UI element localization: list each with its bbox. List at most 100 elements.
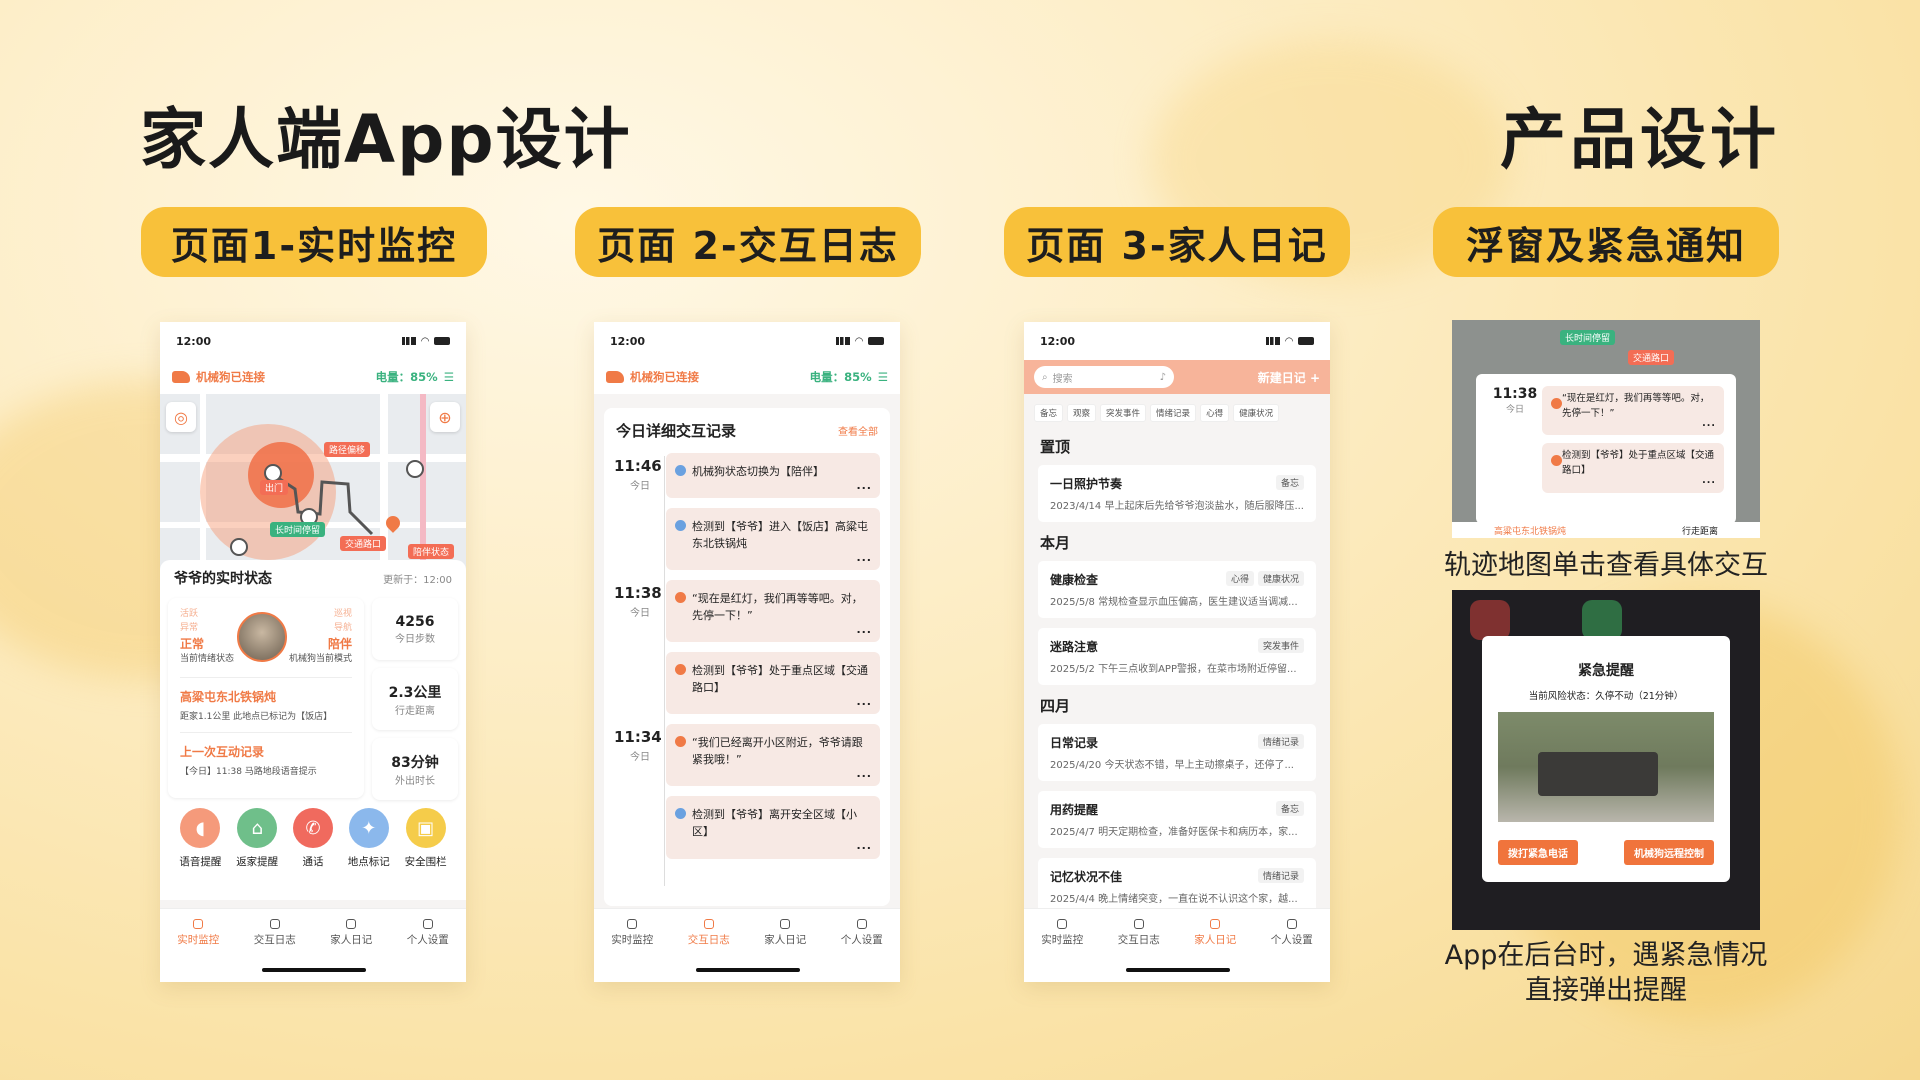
diary-card[interactable]: 备忘 一日照护节奏 2023/4/14 早上起床后先给爷爷泡淡盐水，随后服降压...	[1038, 465, 1316, 522]
diary-card[interactable]: 健康状况 心得 健康检查 2025/5/8 常规检查显示血压偏高，医生建议适当调减..…	[1038, 561, 1316, 618]
locate-me-icon[interactable]: ⊕	[430, 402, 460, 432]
tab-diary[interactable]: 家人日记	[330, 919, 372, 947]
popup-time: 11:38	[1492, 386, 1538, 402]
diary-meta: 2025/4/20 今天状态不错，早上主动擦桌子，还停了...	[1050, 760, 1294, 771]
return-home-button[interactable]: ⌂ 返家提醒	[236, 808, 278, 869]
call-button[interactable]: ✆ 通话	[292, 808, 333, 869]
popup-card[interactable]: “现在是红灯，我们再等等吧。对，先停一下！”...	[1542, 386, 1724, 436]
more-icon[interactable]: ...	[1702, 474, 1716, 489]
action-label: 返家提醒	[236, 856, 279, 868]
location-icon[interactable]: ◎	[166, 402, 196, 432]
diary-card[interactable]: 情绪记录 记忆状况不佳 2025/4/4 晚上情绪突变，一直在说不认识这个家，越..…	[1038, 858, 1316, 915]
map-tag[interactable]: 路径偏移	[324, 442, 371, 457]
diary-icon	[346, 919, 357, 929]
camera-view	[1498, 712, 1714, 822]
safe-fence-button[interactable]: ▣ 安全围栏	[405, 808, 447, 869]
map-tag[interactable]: 长时间停留	[270, 522, 326, 537]
tab-settings[interactable]: 个人设置	[841, 919, 883, 947]
tab-log[interactable]: 交互日志	[254, 919, 296, 947]
diary-card[interactable]: 突发事件 迷路注意 2025/5/2 下午三点收到APP警报，在菜市场附近停留...	[1038, 628, 1316, 685]
tab-monitor[interactable]: 实时监控	[177, 919, 219, 947]
location-info[interactable]: 高粱屯东北铁锅炖 距家1.1公里 此地点已标记为【饭店】	[180, 676, 352, 722]
more-icon[interactable]: ...	[856, 837, 872, 854]
diary-card[interactable]: 情绪记录 日常记录 2025/4/20 今天状态不错，早上主动擦桌子，还停了...	[1038, 724, 1316, 781]
log-card[interactable]: 检测到【爷爷】离开安全区域【小区】...	[666, 796, 880, 859]
dog-mode: 巡视 导航 陪伴 机械狗当前模式	[289, 608, 352, 667]
emergency-call-button[interactable]: 拨打紧急电话	[1498, 840, 1578, 865]
popup-card[interactable]: 检测到【爷爷】处于重点区域【交通路口】...	[1542, 443, 1724, 493]
filter-tag[interactable]: 心得	[1200, 404, 1230, 422]
tab-settings[interactable]: 个人设置	[407, 919, 449, 947]
tab-label: 交互日志	[253, 934, 296, 946]
diary-card[interactable]: 备忘 用药提醒 2025/4/7 明天定期检查，准备好医保卡和病历本，家...	[1038, 791, 1316, 848]
more-icon[interactable]: ...	[1702, 417, 1716, 432]
more-icon[interactable]: ...	[856, 693, 872, 710]
more-icon[interactable]: ...	[856, 621, 872, 638]
today-label: 今日	[630, 481, 650, 492]
tab-label: 个人设置	[406, 934, 449, 946]
person-pin-icon[interactable]	[230, 538, 248, 556]
more-icon[interactable]: ...	[856, 549, 872, 566]
remote-control-button[interactable]: 机械狗远程控制	[1624, 840, 1714, 865]
tab-log[interactable]: 交互日志	[1118, 919, 1160, 947]
list-icon[interactable]: ☰	[444, 370, 454, 384]
battery-level: 电量：85%	[809, 370, 872, 384]
pill-page3: 页面 3-家人日记	[1004, 207, 1350, 277]
tab-monitor[interactable]: 实时监控	[611, 919, 653, 947]
diary-meta: 2025/5/8 常规检查显示血压偏高，医生建议适当调减...	[1050, 597, 1298, 608]
log-text: 检测到【爷爷】处于重点区域【交通路口】	[692, 664, 868, 695]
caption-popup: 轨迹地图单击查看具体交互	[1444, 550, 1768, 581]
log-card[interactable]: “我们已经离开小区附近，爷爷请跟紧我哦！”...	[666, 724, 880, 787]
tab-log[interactable]: 交互日志	[688, 919, 730, 947]
status-time: 12:00	[176, 334, 212, 348]
battery-icon	[868, 337, 884, 345]
more-icon[interactable]: ...	[856, 765, 872, 782]
app-icon	[1582, 600, 1622, 640]
gear-icon	[422, 919, 433, 929]
log-card[interactable]: 机械狗状态切换为【陪伴】...	[666, 453, 880, 499]
connection-status: 机械狗已连接	[630, 370, 699, 384]
emotion-opt: 异常	[180, 622, 199, 633]
mode-opt: 巡视	[333, 609, 352, 619]
mic-icon[interactable]: ♪	[1160, 372, 1166, 383]
voice-remind-button[interactable]: ◖ 语音提醒	[179, 808, 221, 869]
list-icon[interactable]: ☰	[878, 370, 888, 384]
map-tag[interactable]: 出门	[260, 480, 289, 495]
diary-section-title: 置顶	[1040, 438, 1071, 456]
new-diary-button[interactable]: 新建日记 +	[1258, 369, 1320, 386]
search-icon: ⌕	[1042, 371, 1048, 383]
search-box[interactable]: ⌕ 搜索 ♪	[1034, 366, 1174, 388]
filter-tag[interactable]: 突发事件	[1100, 404, 1147, 422]
last-interaction[interactable]: 上一次互动记录 【今日】11:38 马路地段语音提示	[180, 731, 352, 777]
filter-tag[interactable]: 备忘	[1034, 404, 1064, 422]
tab-monitor[interactable]: 实时监控	[1041, 919, 1083, 947]
tab-diary[interactable]: 家人日记	[764, 919, 806, 947]
phone-monitor: 12:00 ◠ 机械狗已连接 电量：85% ☰ 路径偏移 出门 长时间停留 交通路…	[160, 322, 466, 982]
map-tag[interactable]: 陪伴状态	[408, 544, 455, 559]
filter-tag[interactable]: 健康状况	[1233, 404, 1280, 422]
map-tag[interactable]: 交通路口	[340, 536, 387, 551]
search-input[interactable]: 搜索	[1053, 370, 1155, 385]
tab-settings[interactable]: 个人设置	[1271, 919, 1313, 947]
diary-tag: 备忘	[1275, 801, 1304, 816]
person-pin-icon[interactable]	[406, 460, 424, 478]
status-time: 12:00	[610, 334, 646, 348]
stat-duration: 83分钟 外出时长	[372, 738, 458, 800]
filter-tag[interactable]: 观察	[1067, 404, 1097, 422]
more-icon[interactable]: ...	[856, 477, 872, 494]
stat-label: 外出时长	[395, 775, 435, 787]
mark-place-button[interactable]: ✦ 地点标记	[348, 808, 390, 869]
track-map[interactable]: 路径偏移 出门 长时间停留 交通路口 陪伴状态 ◎ ⊕	[160, 394, 466, 570]
log-card[interactable]: 检测到【爷爷】处于重点区域【交通路口】...	[666, 652, 880, 715]
log-card[interactable]: 检测到【爷爷】进入【饭店】高粱屯东北铁锅炖...	[666, 508, 880, 571]
log-card[interactable]: “现在是红灯，我们再等等吧。对，先停一下！”...	[666, 580, 880, 643]
diary-section-title: 四月	[1040, 697, 1071, 715]
interaction-popup[interactable]: 11:38 今日 “现在是红灯，我们再等等吧。对，先停一下！”... 检测到【爷爷…	[1476, 374, 1736, 524]
stat-distance: 2.3公里 行走距离	[372, 668, 458, 730]
log-text: “现在是红灯，我们再等等吧。对，先停一下！”	[692, 592, 863, 623]
view-all-link[interactable]: 查看全部	[838, 423, 878, 438]
popup-today: 今日	[1505, 405, 1524, 415]
filter-tag[interactable]: 情绪记录	[1150, 404, 1197, 422]
tab-diary[interactable]: 家人日记	[1194, 919, 1236, 947]
pill-page2: 页面 2-交互日志	[575, 207, 921, 277]
